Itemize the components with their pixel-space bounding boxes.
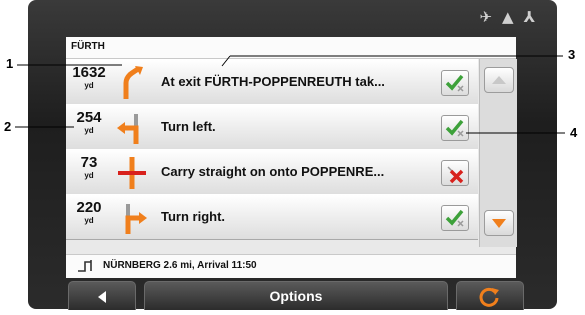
callout-4: 4 — [570, 125, 578, 140]
callout-leader-lines — [15, 55, 565, 134]
callout-3: 3 — [568, 47, 576, 62]
callout-1: 1 — [6, 56, 14, 71]
callout-2: 2 — [4, 119, 12, 134]
